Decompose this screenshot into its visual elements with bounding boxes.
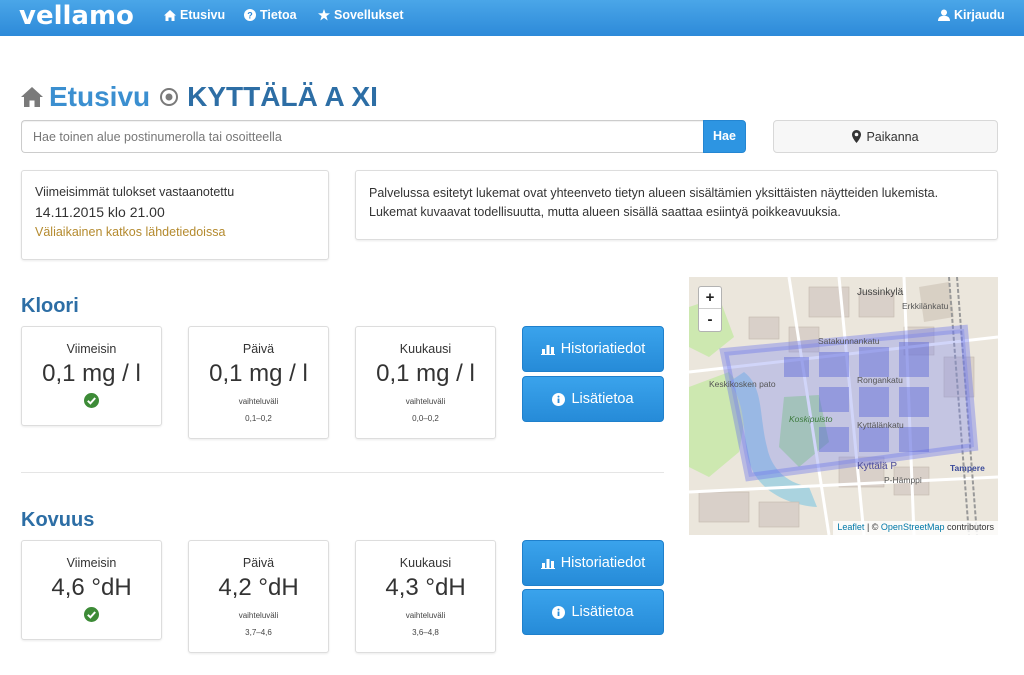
map-label-keskikosken: Keskikosken pato <box>709 379 776 389</box>
map-label-tampere: Tampere <box>950 463 985 473</box>
metric-value: 0,1 mg / l <box>209 360 308 387</box>
metric-label: Viimeisin <box>66 556 117 570</box>
metric-label: Kuukausi <box>399 556 452 570</box>
history-button-kloori[interactable]: Historiatiedot <box>522 326 664 372</box>
check-icon <box>84 607 99 622</box>
map-tiles <box>689 277 998 535</box>
metric-range-label: vaihteluväli <box>405 397 446 406</box>
metric-latest-kloori: Viimeisin 0,1 mg / l <box>21 326 162 426</box>
nav-info-label: Tietoa <box>260 8 297 22</box>
nav-home-label: Etusivu <box>180 8 226 22</box>
map-label-jussinkyla: Jussinkylä <box>857 287 904 298</box>
metric-value: 4,6 °dH <box>51 574 132 601</box>
metric-value: 0,1 mg / l <box>42 360 141 387</box>
zoom-in-button[interactable]: + <box>699 287 721 309</box>
metric-latest-kovuus: Viimeisin 4,6 °dH <box>21 540 162 640</box>
map-label-kyttalankatu: Kyttälänkatu <box>857 420 904 430</box>
info-label: Lisätietoa <box>571 391 634 407</box>
page-title: Etusivu KYTTÄLÄ A XI <box>21 80 378 114</box>
question-icon: ? <box>244 9 256 21</box>
metric-value: 4,2 °dH <box>218 574 299 601</box>
nav-apps-label: Sovellukset <box>334 8 404 22</box>
map-label-kyttala: Kyttälä P <box>857 461 898 472</box>
check-icon <box>84 393 99 408</box>
info-label: Lisätietoa <box>571 604 634 620</box>
info-button-kloori[interactable]: Lisätietoa <box>522 376 664 422</box>
home-icon <box>21 87 43 107</box>
search-button[interactable]: Hae <box>703 120 746 153</box>
brand-text: vellamo <box>19 1 134 31</box>
map-attribution: Leaflet | © OpenStreetMap contributors <box>833 521 998 535</box>
metric-range: 3,7–4,6 <box>245 628 272 637</box>
status-warning: Väliaikainen katkos lähdetiedoissa <box>35 225 226 239</box>
nav-home[interactable]: Etusivu <box>164 8 225 22</box>
map-label-phamppi: P-Hämppi <box>884 475 922 485</box>
metric-range-label: vaihteluväli <box>238 611 279 620</box>
info-icon <box>552 392 566 406</box>
info-button-kovuus[interactable]: Lisätietoa <box>522 589 664 635</box>
bar-chart-icon <box>540 345 555 355</box>
nav-apps[interactable]: Sovellukset <box>318 8 403 22</box>
metric-day-kovuus: Päivä 4,2 °dH vaihteluväli 3,7–4,6 <box>188 540 329 653</box>
attribution-rest: contributors <box>944 522 994 532</box>
section-title-kovuus: Kovuus <box>21 509 95 531</box>
description-panel: Palvelussa esitetyt lukemat ovat yhteenv… <box>355 170 998 240</box>
metric-value: 0,1 mg / l <box>376 360 475 387</box>
osm-link[interactable]: OpenStreetMap <box>881 522 945 532</box>
history-button-kovuus[interactable]: Historiatiedot <box>522 540 664 586</box>
metric-range-label: vaihteluväli <box>405 611 446 620</box>
map-label-ronganlinkatu: Rongankatu <box>857 375 903 385</box>
attribution-sep: | © <box>864 522 881 532</box>
target-icon <box>160 88 179 106</box>
metric-label: Päivä <box>242 556 275 570</box>
area-map[interactable]: Jussinkylä Satakunnankatu Keskikosken pa… <box>689 277 998 535</box>
metric-range: 0,1–0,2 <box>245 414 272 423</box>
metric-label: Kuukausi <box>399 342 452 356</box>
leaflet-link[interactable]: Leaflet <box>837 522 864 532</box>
description-text: Palvelussa esitetyt lukemat ovat yhteenv… <box>369 186 939 219</box>
search-input[interactable] <box>21 120 704 153</box>
metric-month-kloori: Kuukausi 0,1 mg / l vaihteluväli 0,0–0,2 <box>355 326 496 439</box>
metric-month-kovuus: Kuukausi 4,3 °dH vaihteluväli 3,6–4,8 <box>355 540 496 653</box>
metric-value: 4,3 °dH <box>385 574 466 601</box>
zoom-out-button[interactable]: - <box>699 309 721 331</box>
metric-range: 0,0–0,2 <box>412 414 439 423</box>
map-zoom-control: + - <box>698 286 722 332</box>
metric-range-label: vaihteluväli <box>238 397 279 406</box>
map-label-koskipuisto: Koskipuisto <box>789 414 833 424</box>
metric-day-kloori: Päivä 0,1 mg / l vaihteluväli 0,1–0,2 <box>188 326 329 439</box>
area-name: KYTTÄLÄ A XI <box>187 81 378 112</box>
metric-range: 3,6–4,8 <box>412 628 439 637</box>
nav-info[interactable]: ? Tietoa <box>244 8 297 22</box>
bar-chart-icon <box>540 559 555 569</box>
navbar: vellamo Etusivu ? Tietoa Sovellukset Kir… <box>0 0 1024 36</box>
locate-label: Paikanna <box>866 129 919 144</box>
home-icon <box>164 9 176 21</box>
nav-login-label: Kirjaudu <box>954 8 1005 22</box>
breadcrumb-home[interactable]: Etusivu <box>49 81 150 113</box>
status-panel: Viimeisimmät tulokset vastaanotettu 14.1… <box>21 170 329 260</box>
locate-button[interactable]: Paikanna <box>773 120 998 153</box>
section-divider <box>21 472 664 473</box>
svg-text:?: ? <box>247 11 253 21</box>
map-label-erkkilankatu: Erkkilänkatu <box>902 301 949 311</box>
status-label: Viimeisimmät tulokset vastaanotettu <box>35 185 235 199</box>
star-icon <box>318 9 330 21</box>
map-label-satakunnankatu: Satakunnankatu <box>818 336 880 346</box>
brand-logo[interactable]: vellamo <box>19 1 134 31</box>
metric-label: Viimeisin <box>66 342 117 356</box>
user-icon <box>938 9 950 21</box>
status-date: 14.11.2015 klo 21.00 <box>35 204 165 220</box>
nav-login[interactable]: Kirjaudu <box>938 8 1005 22</box>
metric-label: Päivä <box>242 342 275 356</box>
info-icon <box>552 605 566 619</box>
section-title-kloori: Kloori <box>21 295 79 317</box>
map-marker-icon <box>852 130 862 143</box>
history-label: Historiatiedot <box>560 341 646 357</box>
history-label: Historiatiedot <box>560 555 646 571</box>
